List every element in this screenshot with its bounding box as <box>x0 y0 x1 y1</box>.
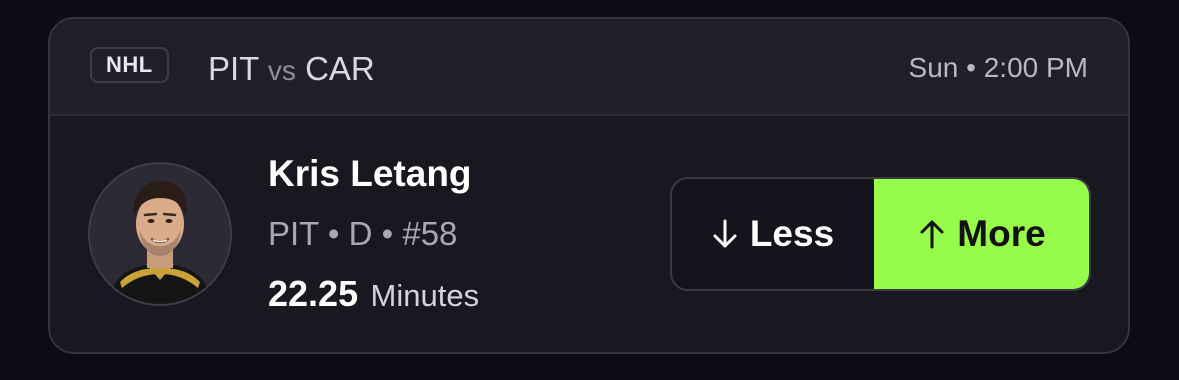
game-header: NHL PIT vs CAR Sun • 2:00 PM <box>50 19 1128 116</box>
league-badge: NHL <box>90 47 169 83</box>
less-button[interactable]: Less <box>672 179 874 289</box>
projection-stat: Minutes <box>370 278 480 313</box>
player-name: Kris Letang <box>268 153 472 194</box>
projection-line: 22.25 Minutes <box>268 272 479 324</box>
projection-value: 22.25 <box>268 273 359 314</box>
player-headshot-icon <box>90 164 230 304</box>
pick-card: NHL PIT vs CAR Sun • 2:00 PM Kris Letang… <box>48 17 1130 354</box>
matchup: PIT vs CAR <box>208 49 375 91</box>
away-team: CAR <box>305 50 375 87</box>
player-avatar <box>88 162 232 306</box>
home-team: PIT <box>208 50 259 87</box>
arrow-up-icon <box>920 220 944 249</box>
vs-label: vs <box>267 55 296 86</box>
less-label: Less <box>749 213 835 254</box>
pick-selector: Less More <box>670 177 1091 291</box>
more-button[interactable]: More <box>874 179 1089 289</box>
arrow-down-icon <box>713 219 737 248</box>
more-label: More <box>957 213 1046 254</box>
player-meta: PIT • D • #58 <box>268 215 458 252</box>
game-time: Sun • 2:00 PM <box>908 52 1088 83</box>
